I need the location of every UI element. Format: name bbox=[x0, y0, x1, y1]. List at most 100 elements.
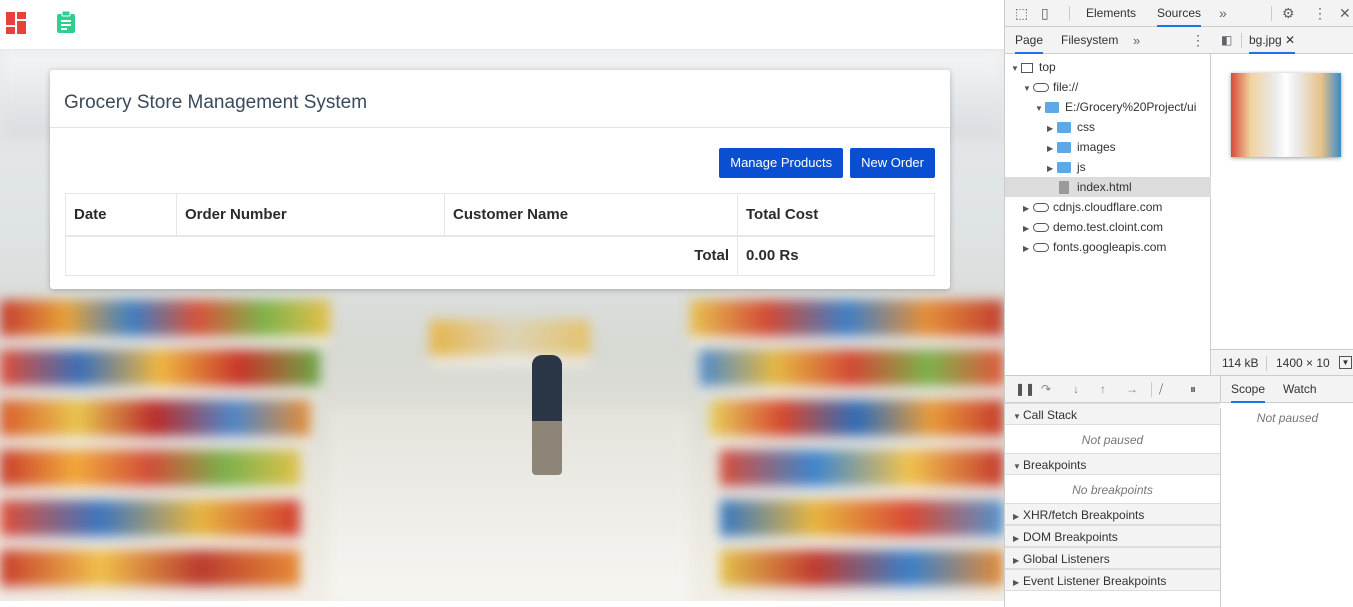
step-icon[interactable]: → bbox=[1126, 376, 1138, 403]
tree-label: cdnjs.cloudflare.com bbox=[1053, 200, 1163, 214]
global-listeners-section[interactable]: ▶ Global Listeners bbox=[1005, 547, 1220, 569]
column-header-order-number: Order Number bbox=[176, 193, 445, 237]
tree-label: images bbox=[1077, 140, 1116, 154]
debugger-pane: ❚❚ ↷ ↓ ↑ → ⧸ ⏸ Scope Watch ▼ Call Stack N… bbox=[1005, 375, 1353, 607]
column-header-date: Date bbox=[65, 193, 177, 237]
tree-label: css bbox=[1077, 120, 1095, 134]
tab-page[interactable]: Page bbox=[1015, 27, 1044, 54]
breakpoints-empty: No breakpoints bbox=[1072, 483, 1153, 497]
tree-label: file:// bbox=[1053, 80, 1079, 94]
dom-breakpoints-section[interactable]: ▶ DOM Breakpoints bbox=[1005, 525, 1220, 547]
navigator-pane: Page Filesystem » ⋮ ▼ top ▼ file:// ▼ E:/Gr… bbox=[1005, 27, 1211, 375]
folder-icon bbox=[1057, 142, 1071, 154]
tab-filesystem[interactable]: Filesystem bbox=[1061, 27, 1118, 54]
web-page: Grocery Store Management System Manage P… bbox=[0, 0, 1004, 607]
section-label: Event Listener Breakpoints bbox=[1023, 574, 1167, 588]
devtools-toolbar: ⬚ ▯ Elements Sources » ⚙ ⋮ ✕ bbox=[1005, 0, 1353, 27]
tree-node-fonts-googleapis[interactable]: ▶ fonts.googleapis.com bbox=[1023, 237, 1166, 257]
new-order-button[interactable]: New Order bbox=[850, 148, 935, 178]
more-navigator-tabs-icon[interactable]: » bbox=[1133, 27, 1140, 54]
device-toolbar-icon[interactable]: ▯ bbox=[1041, 0, 1049, 27]
file-icon bbox=[1059, 181, 1069, 195]
section-label: Breakpoints bbox=[1023, 458, 1087, 472]
editor-tab-bar: ◧ bg.jpg ✕ bbox=[1211, 27, 1353, 54]
inspect-element-icon[interactable]: ⬚ bbox=[1015, 0, 1028, 27]
image-dimensions: 1400 × 10 bbox=[1276, 356, 1330, 370]
folder-icon bbox=[1057, 122, 1071, 134]
tree-label: top bbox=[1039, 60, 1056, 74]
step-out-icon[interactable]: ↑ bbox=[1100, 376, 1106, 403]
image-preview-pane: ◧ bg.jpg ✕ 114 kB 1400 × 10 ▼ bbox=[1211, 27, 1353, 375]
tree-label: demo.test.cloint.com bbox=[1053, 220, 1164, 234]
tree-node-images[interactable]: ▶ images bbox=[1047, 137, 1116, 157]
settings-gear-icon[interactable]: ⚙ bbox=[1282, 0, 1295, 27]
cloud-icon bbox=[1033, 223, 1049, 233]
section-label: XHR/fetch Breakpoints bbox=[1023, 508, 1145, 522]
close-devtools-icon[interactable]: ✕ bbox=[1339, 0, 1351, 27]
event-listener-breakpoints-section[interactable]: ▶ Event Listener Breakpoints bbox=[1005, 569, 1220, 591]
tree-node-index-html[interactable]: index.html bbox=[1005, 177, 1211, 197]
download-icon[interactable]: ▼ bbox=[1339, 356, 1352, 369]
more-tabs-icon[interactable]: » bbox=[1219, 0, 1227, 27]
tab-sources[interactable]: Sources bbox=[1157, 0, 1202, 27]
navigator-tabs: Page Filesystem » ⋮ bbox=[1005, 27, 1211, 54]
orders-card: Grocery Store Management System Manage P… bbox=[50, 70, 950, 289]
open-file-tab[interactable]: bg.jpg ✕ bbox=[1249, 27, 1296, 54]
tree-label: fonts.googleapis.com bbox=[1053, 240, 1167, 254]
total-value: 0.00 Rs bbox=[737, 235, 935, 276]
section-label: DOM Breakpoints bbox=[1023, 530, 1118, 544]
column-header-total-cost: Total Cost bbox=[737, 193, 935, 237]
clipboard-icon[interactable] bbox=[56, 11, 76, 33]
section-label: Global Listeners bbox=[1023, 552, 1110, 566]
step-into-icon[interactable]: ↓ bbox=[1073, 376, 1079, 403]
cloud-icon bbox=[1033, 83, 1049, 93]
table-total-row: Total 0.00 Rs bbox=[65, 235, 935, 276]
breakpoints-section[interactable]: ▼ Breakpoints bbox=[1005, 453, 1220, 475]
page-title: Grocery Store Management System bbox=[50, 70, 950, 128]
orders-table: Date Order Number Customer Name Total Co… bbox=[65, 193, 935, 276]
tree-label: E:/Grocery%20Project/ui bbox=[1065, 100, 1197, 114]
total-label: Total bbox=[65, 235, 738, 276]
debugger-toolbar: ❚❚ ↷ ↓ ↑ → ⧸ ⏸ bbox=[1005, 376, 1220, 403]
tree-label: js bbox=[1077, 160, 1086, 174]
tree-label: index.html bbox=[1077, 180, 1132, 194]
top-navbar bbox=[0, 0, 1004, 50]
tree-node-file[interactable]: ▼ file:// bbox=[1023, 77, 1078, 97]
more-options-icon[interactable]: ⋮ bbox=[1313, 0, 1327, 27]
tree-node-cdnjs[interactable]: ▶ cdnjs.cloudflare.com bbox=[1023, 197, 1162, 217]
table-header-row: Date Order Number Customer Name Total Co… bbox=[65, 193, 935, 237]
tab-scope[interactable]: Scope bbox=[1231, 376, 1266, 403]
shopper-figure bbox=[532, 355, 562, 475]
xhr-breakpoints-section[interactable]: ▶ XHR/fetch Breakpoints bbox=[1005, 503, 1220, 525]
tree-node-demo-test[interactable]: ▶ demo.test.cloint.com bbox=[1023, 217, 1163, 237]
tab-watch[interactable]: Watch bbox=[1283, 376, 1317, 403]
cloud-icon bbox=[1033, 243, 1049, 253]
devtools-panel: ⬚ ▯ Elements Sources » ⚙ ⋮ ✕ Page Filesy… bbox=[1004, 0, 1353, 607]
manage-products-button[interactable]: Manage Products bbox=[719, 148, 844, 178]
tab-elements[interactable]: Elements bbox=[1086, 0, 1136, 27]
tree-node-top[interactable]: ▼ top bbox=[1011, 57, 1056, 77]
pause-icon[interactable]: ❚❚ bbox=[1015, 376, 1035, 403]
open-file-name: bg.jpg bbox=[1249, 33, 1282, 47]
call-stack-section[interactable]: ▼ Call Stack bbox=[1005, 403, 1220, 425]
image-info-bar: 114 kB 1400 × 10 ▼ bbox=[1211, 349, 1353, 375]
tree-node-project-folder[interactable]: ▼ E:/Grocery%20Project/ui bbox=[1035, 97, 1196, 117]
navigator-menu-icon[interactable]: ⋮ bbox=[1191, 27, 1205, 54]
scope-not-paused: Not paused bbox=[1220, 408, 1353, 607]
tree-node-js[interactable]: ▶ js bbox=[1047, 157, 1086, 177]
tree-node-css[interactable]: ▶ css bbox=[1047, 117, 1095, 137]
close-tab-icon[interactable]: ✕ bbox=[1285, 33, 1295, 47]
call-stack-empty: Not paused bbox=[1081, 433, 1144, 447]
folder-icon bbox=[1045, 102, 1059, 114]
column-header-customer-name: Customer Name bbox=[444, 193, 738, 237]
scope-tabs: Scope Watch bbox=[1220, 376, 1353, 403]
dashboard-logo-icon[interactable] bbox=[6, 12, 26, 34]
image-size: 114 kB bbox=[1222, 356, 1259, 370]
step-over-icon[interactable]: ↷ bbox=[1041, 376, 1051, 403]
cloud-icon bbox=[1033, 203, 1049, 213]
deactivate-breakpoints-icon[interactable]: ⧸ bbox=[1159, 376, 1163, 403]
image-thumbnail bbox=[1231, 73, 1341, 157]
pause-on-exceptions-icon[interactable]: ⏸ bbox=[1190, 376, 1196, 403]
folder-icon bbox=[1057, 162, 1071, 174]
toggle-navigator-icon[interactable]: ◧ bbox=[1221, 27, 1232, 54]
